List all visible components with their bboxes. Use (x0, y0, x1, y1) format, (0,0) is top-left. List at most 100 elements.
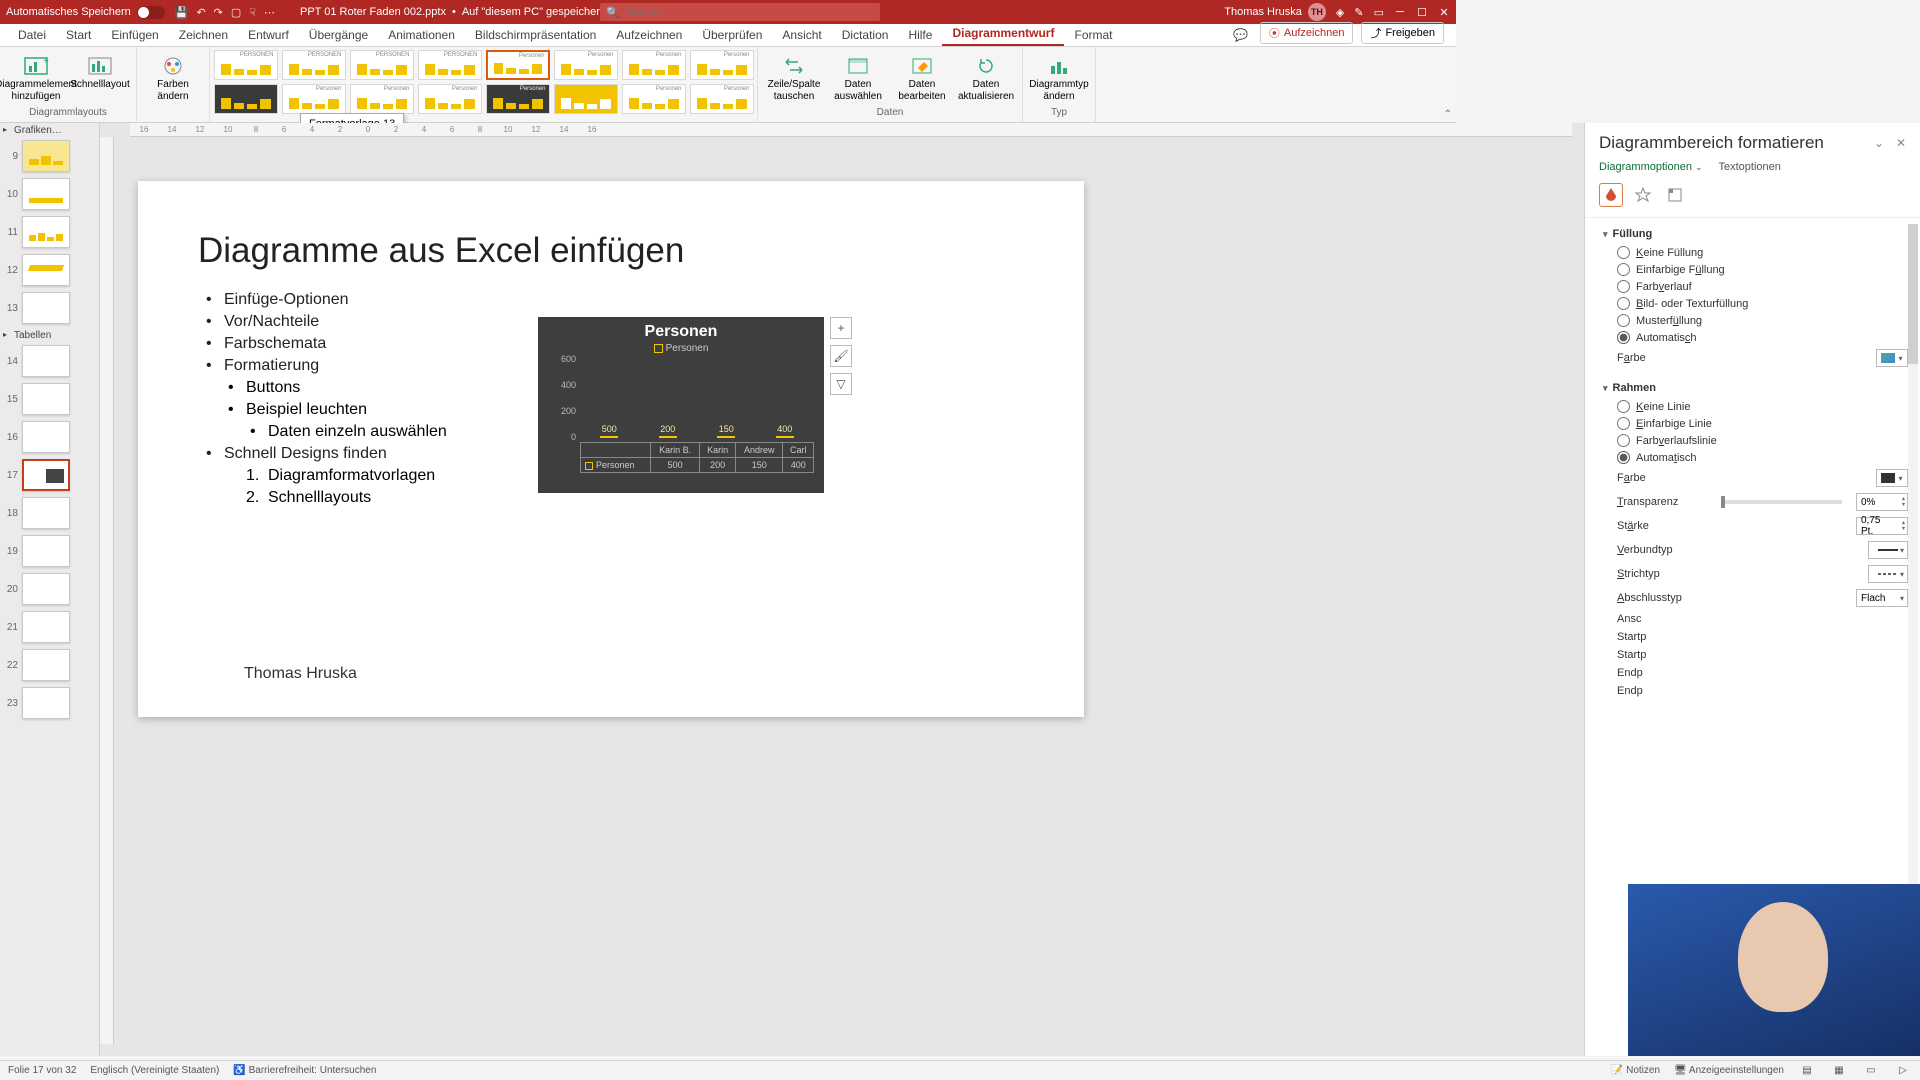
line-gradient-option[interactable]: Farbverlaufslinie (1603, 432, 1908, 449)
fill-line-tab-icon[interactable] (1599, 183, 1623, 207)
autosave-toggle[interactable]: Automatisches Speichern (6, 6, 165, 19)
tab-record[interactable]: Aufzeichnen (606, 25, 692, 46)
chart-filters-button[interactable]: ▽ (830, 373, 852, 395)
slide-thumbnails[interactable]: Grafiken… 9 10 11 12 13 Tabellen 14 15 1… (0, 123, 100, 1056)
chart-style-12[interactable]: Personen (418, 84, 482, 114)
accessibility-status[interactable]: ♿ Barrierefreiheit: Untersuchen (233, 1065, 376, 1076)
tab-chart-design[interactable]: Diagrammentwurf (942, 23, 1064, 46)
search-box[interactable]: 🔍 (600, 3, 880, 21)
change-chart-type-button[interactable]: Diagrammtyp ändern (1029, 51, 1089, 106)
edit-data-button[interactable]: Daten bearbeiten (892, 51, 952, 106)
fill-picture-option[interactable]: Bild- oder Texturfüllung (1603, 295, 1908, 312)
thumbnail-13[interactable]: 13 (0, 290, 99, 328)
chart-styles-button[interactable]: 🖌 (830, 345, 852, 367)
tab-transitions[interactable]: Übergänge (299, 25, 378, 46)
chart-style-13[interactable]: Personen (486, 84, 550, 114)
chart-styles-gallery[interactable]: PERSONEN PERSONEN PERSONEN PERSONEN Pers… (210, 47, 758, 122)
sorter-view-icon[interactable]: ▦ (1830, 1064, 1848, 1078)
tab-animations[interactable]: Animationen (378, 25, 465, 46)
slide-author[interactable]: Thomas Hruska (244, 665, 357, 683)
ribbon-mode-icon[interactable]: ✎ (1354, 6, 1363, 19)
chart-style-2[interactable]: PERSONEN (282, 50, 346, 80)
fill-auto-option[interactable]: Automatisch (1603, 329, 1908, 346)
chart-plot-area[interactable]: 600 400 200 0 500200150400 (580, 358, 814, 438)
search-input[interactable] (626, 6, 874, 18)
size-tab-icon[interactable] (1663, 183, 1687, 207)
thumbnail-21[interactable]: 21 (0, 609, 99, 647)
bullet-1[interactable]: Einfüge-Optionen (198, 289, 1024, 311)
thumbnail-15[interactable]: 15 (0, 381, 99, 419)
chart-style-16[interactable]: Personen (690, 84, 754, 114)
display-settings-button[interactable]: 🖥 Anzeigeeinstellungen (1674, 1065, 1784, 1076)
tab-insert[interactable]: Einfügen (101, 25, 168, 46)
thumbnail-23[interactable]: 23 (0, 685, 99, 723)
chart-style-5[interactable]: Personen (486, 50, 550, 80)
tab-dictation[interactable]: Dictation (832, 25, 899, 46)
chart-style-4[interactable]: PERSONEN (418, 50, 482, 80)
share-button[interactable]: ⤴ Freigeben (1361, 22, 1444, 44)
thumbnail-10[interactable]: 10 (0, 176, 99, 214)
thumbnail-16[interactable]: 16 (0, 419, 99, 457)
transparency-slider[interactable] (1721, 500, 1842, 504)
fill-solid-option[interactable]: Einfarbige Füllung (1603, 261, 1908, 278)
chart-style-1[interactable]: PERSONEN (214, 50, 278, 80)
undo-icon[interactable]: ↶ (196, 6, 205, 19)
fill-pattern-option[interactable]: Musterfüllung (1603, 312, 1908, 329)
chart-style-10[interactable]: Personen (282, 84, 346, 114)
section-graphics[interactable]: Grafiken… (0, 123, 99, 138)
section-fill-header[interactable]: Füllung (1603, 224, 1908, 244)
reading-view-icon[interactable]: ▭ (1862, 1064, 1880, 1078)
thumbnail-18[interactable]: 18 (0, 495, 99, 533)
chart-style-6[interactable]: Personen (554, 50, 618, 80)
coming-soon-icon[interactable]: ◈ (1336, 6, 1344, 19)
chart-style-15[interactable]: Personen (622, 84, 686, 114)
chart-style-14[interactable] (554, 84, 618, 114)
tab-home[interactable]: Start (56, 25, 101, 46)
save-icon[interactable]: 💾 (175, 6, 189, 19)
minimize-button[interactable]: ─ (1394, 6, 1406, 18)
touch-icon[interactable]: ☟ (249, 6, 256, 19)
qat-more-icon[interactable]: ⋯ (264, 6, 275, 19)
tab-view[interactable]: Ansicht (772, 25, 831, 46)
change-colors-button[interactable]: Farben ändern (143, 51, 203, 106)
thumbnail-11[interactable]: 11 (0, 214, 99, 252)
language-status[interactable]: Englisch (Vereinigte Staaten) (90, 1065, 219, 1076)
section-border-header[interactable]: Rahmen (1603, 378, 1908, 398)
chart-title[interactable]: Personen (538, 317, 824, 343)
close-button[interactable]: ✕ (1438, 6, 1450, 18)
select-data-button[interactable]: Daten auswählen (828, 51, 888, 106)
slideshow-view-icon[interactable]: ▷ (1894, 1064, 1912, 1078)
normal-view-icon[interactable]: ▤ (1798, 1064, 1816, 1078)
width-value[interactable]: 0,75 Pt. (1856, 517, 1908, 535)
comments-icon[interactable]: 💬 (1233, 28, 1248, 42)
from-start-icon[interactable]: ▢ (231, 6, 241, 19)
collapse-ribbon-icon[interactable]: ⌃ (1444, 109, 1452, 120)
slide-editor[interactable]: 1614121086420246810121416 Diagramme aus … (100, 123, 1584, 1056)
tab-slideshow[interactable]: Bildschirmpräsentation (465, 25, 606, 46)
slide-counter[interactable]: Folie 17 von 32 (8, 1065, 76, 1076)
line-solid-option[interactable]: Einfarbige Linie (1603, 415, 1908, 432)
slide-canvas[interactable]: Diagramme aus Excel einfügen Einfüge-Opt… (138, 181, 1084, 717)
autosave-switch[interactable] (137, 6, 165, 19)
cap-type-combo[interactable]: Flach (1856, 589, 1908, 607)
slide-title[interactable]: Diagramme aus Excel einfügen (198, 231, 1024, 271)
fill-gradient-option[interactable]: Farbverlauf (1603, 278, 1908, 295)
redo-icon[interactable]: ↷ (214, 6, 223, 19)
chart-elements-button[interactable]: + (830, 317, 852, 339)
thumbnail-9[interactable]: 9 (0, 138, 99, 176)
line-none-option[interactable]: Keine Linie (1603, 398, 1908, 415)
line-auto-option[interactable]: Automatisch (1603, 449, 1908, 466)
record-button[interactable]: ⦿ Aufzeichnen (1260, 22, 1354, 44)
embedded-chart[interactable]: Personen Personen 600 400 200 0 50020015… (538, 317, 824, 493)
tab-draw[interactable]: Zeichnen (169, 25, 238, 46)
chart-data-table[interactable]: Karin B. Karin Andrew Carl Personen 500 … (580, 442, 814, 473)
document-title[interactable]: PPT 01 Roter Faden 002.pptx • Auf "diese… (300, 6, 616, 18)
chart-style-7[interactable]: Personen (622, 50, 686, 80)
transparency-value[interactable]: 0% (1856, 493, 1908, 511)
dash-type-button[interactable] (1868, 565, 1908, 583)
subtab-chart-options[interactable]: Diagrammoptionen⌄ (1599, 161, 1702, 173)
ribbon-display-icon[interactable]: ▭ (1374, 6, 1384, 19)
tab-file[interactable]: Datei (8, 25, 56, 46)
account-button[interactable]: Thomas Hruska TH (1224, 3, 1326, 21)
pane-options-icon[interactable]: ⌄ (1874, 136, 1884, 150)
